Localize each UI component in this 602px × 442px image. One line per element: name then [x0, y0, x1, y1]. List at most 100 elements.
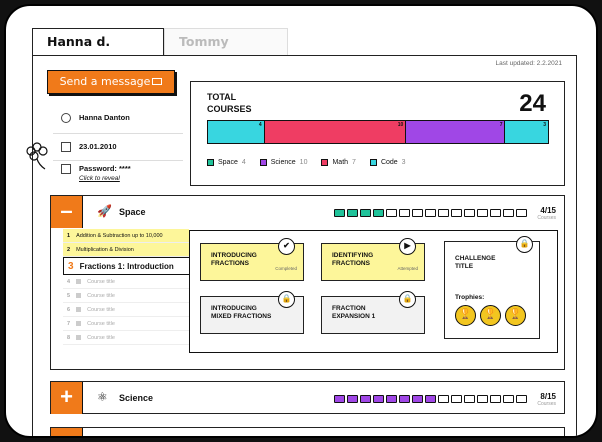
- cake-icon: [61, 142, 71, 152]
- bar-segment-label: 4: [258, 122, 262, 128]
- progress-square: [412, 209, 423, 217]
- course-title: Course title: [87, 278, 115, 285]
- lesson-card-identifying-fractions[interactable]: IDENTIFYING FRACTIONS Attempted ▶: [321, 238, 425, 281]
- lock-icon: [76, 335, 82, 340]
- section-space-title: Space: [119, 207, 146, 217]
- section-science-title: Science: [119, 393, 154, 403]
- lock-icon: 🔒: [399, 291, 416, 308]
- profile-birthdate-row: 23.01.2010: [61, 142, 117, 152]
- profile-password-row: Password: **** Click to reveal: [61, 164, 131, 182]
- space-progress-label: Courses: [537, 215, 556, 221]
- student-tabs: Hanna d. Tommy: [32, 28, 288, 56]
- course-list-item[interactable]: 1 Addition & Subtraction up to 10,000: [63, 229, 189, 243]
- progress-square: [425, 209, 436, 217]
- bar-segment-label: 3: [543, 122, 546, 128]
- lesson-title-line2: EXPANSION 1: [332, 313, 376, 320]
- progress-square: [490, 209, 501, 217]
- trophies: 🏆 🏆 🏆: [455, 305, 526, 326]
- progress-square: [438, 395, 449, 403]
- lesson-status: Attempted: [397, 266, 418, 271]
- reveal-password-link[interactable]: Click to reveal: [79, 175, 131, 182]
- bar-segment-science: 7: [406, 121, 506, 143]
- tab-tommy[interactable]: Tommy: [164, 28, 288, 56]
- progress-square: [360, 395, 371, 403]
- course-number: 1: [67, 232, 71, 239]
- course-list-item[interactable]: 8 Course title: [63, 331, 189, 345]
- divider: [53, 160, 183, 161]
- tab-hanna[interactable]: Hanna d.: [32, 28, 164, 56]
- trophy-icon: 🏆: [455, 305, 476, 326]
- course-number: 2: [67, 246, 71, 253]
- user-icon: [61, 113, 71, 123]
- rocket-icon: 🚀: [97, 204, 112, 218]
- lesson-title-line1: FRACTION: [332, 305, 366, 312]
- legend-item-code: Code 3: [369, 159, 406, 166]
- lesson-status: Completed: [275, 266, 297, 271]
- lesson-title-line1: IDENTIFYING: [332, 252, 374, 259]
- checkmark-icon: ✔: [278, 238, 295, 255]
- bar-segment-space: 4: [208, 121, 265, 143]
- space-progress-squares: [334, 209, 527, 217]
- course-list-item[interactable]: 5 Course title: [63, 289, 189, 303]
- course-list-item[interactable]: 7 Course title: [63, 317, 189, 331]
- course-title: Course title: [87, 292, 115, 299]
- progress-square: [360, 209, 371, 217]
- progress-square: [438, 209, 449, 217]
- challenge-title-line2: TITLE: [455, 263, 474, 270]
- course-list-item[interactable]: 3 Fractions 1: Introduction: [63, 257, 189, 275]
- legend-swatch: [321, 159, 329, 166]
- lesson-title-line2: FRACTIONS: [211, 260, 249, 267]
- course-title: Addition & Subtraction up to 10,000: [76, 232, 163, 239]
- lesson-card-mixed-fractions[interactable]: INTRODUCING MIXED FRACTIONS 🔒: [200, 291, 304, 334]
- progress-square: [425, 395, 436, 403]
- trophy-icon: 🏆: [480, 305, 501, 326]
- challenge-card[interactable]: CHALLENGE TITLE 🔒 Trophies: 🏆 🏆 🏆: [444, 236, 540, 339]
- science-progress-count: 8/15: [540, 392, 556, 401]
- lesson-grid: INTRODUCING FRACTIONS Completed ✔ IDENTI…: [189, 230, 558, 353]
- password-text: Password: ****: [79, 164, 131, 173]
- progress-square: [347, 395, 358, 403]
- course-number: 3: [68, 260, 74, 272]
- legend-count: 10: [299, 159, 308, 166]
- course-list-item[interactable]: 6 Course title: [63, 303, 189, 317]
- legend-count: 4: [241, 159, 246, 166]
- progress-square: [464, 395, 475, 403]
- legend-name: Space: [218, 159, 238, 166]
- course-title: Fractions 1: Introduction: [79, 261, 174, 271]
- legend-swatch: [369, 159, 377, 166]
- lock-icon: [76, 279, 82, 284]
- lesson-title-line1: INTRODUCING: [211, 252, 257, 259]
- lock-icon: [76, 293, 82, 298]
- lesson-title-line1: INTRODUCING: [211, 305, 257, 312]
- expand-section-button[interactable]: +: [51, 428, 83, 436]
- science-progress-label: Courses: [537, 401, 556, 407]
- expand-science-button[interactable]: +: [51, 382, 83, 414]
- legend-name: Code: [380, 159, 398, 166]
- legend-swatch: [207, 159, 214, 166]
- course-list-item[interactable]: 2 Multiplication & Division: [63, 243, 189, 257]
- course-title: Multiplication & Division: [76, 246, 134, 253]
- section-space-header: – 🚀 Space 4/15 Courses: [51, 196, 564, 230]
- lesson-card-fraction-expansion[interactable]: FRACTION EXPANSION 1 🔒: [321, 291, 425, 334]
- lesson-title-line2: FRACTIONS: [332, 260, 370, 267]
- space-progress: 4/15 Courses: [537, 206, 556, 221]
- course-list-item[interactable]: 4 Course title: [63, 275, 189, 289]
- total-courses-count: 24: [519, 90, 546, 117]
- progress-square: [516, 395, 527, 403]
- course-number: 4: [67, 278, 71, 285]
- progress-square: [503, 395, 514, 403]
- progress-square: [451, 209, 462, 217]
- lesson-title-line2: MIXED FRACTIONS: [211, 313, 272, 320]
- send-message-button[interactable]: Send a message: [47, 70, 175, 94]
- progress-square: [477, 209, 488, 217]
- collapse-space-button[interactable]: –: [51, 196, 83, 228]
- lock-icon: 🔒: [516, 236, 533, 253]
- course-number: 6: [67, 306, 71, 313]
- progress-square: [516, 209, 527, 217]
- legend-swatch: [259, 159, 267, 166]
- lesson-card-introducing-fractions[interactable]: INTRODUCING FRACTIONS Completed ✔: [200, 238, 304, 281]
- mail-icon: [152, 78, 163, 85]
- progress-square: [399, 209, 410, 217]
- bar-segment-math: 10: [264, 121, 407, 143]
- progress-square: [386, 209, 397, 217]
